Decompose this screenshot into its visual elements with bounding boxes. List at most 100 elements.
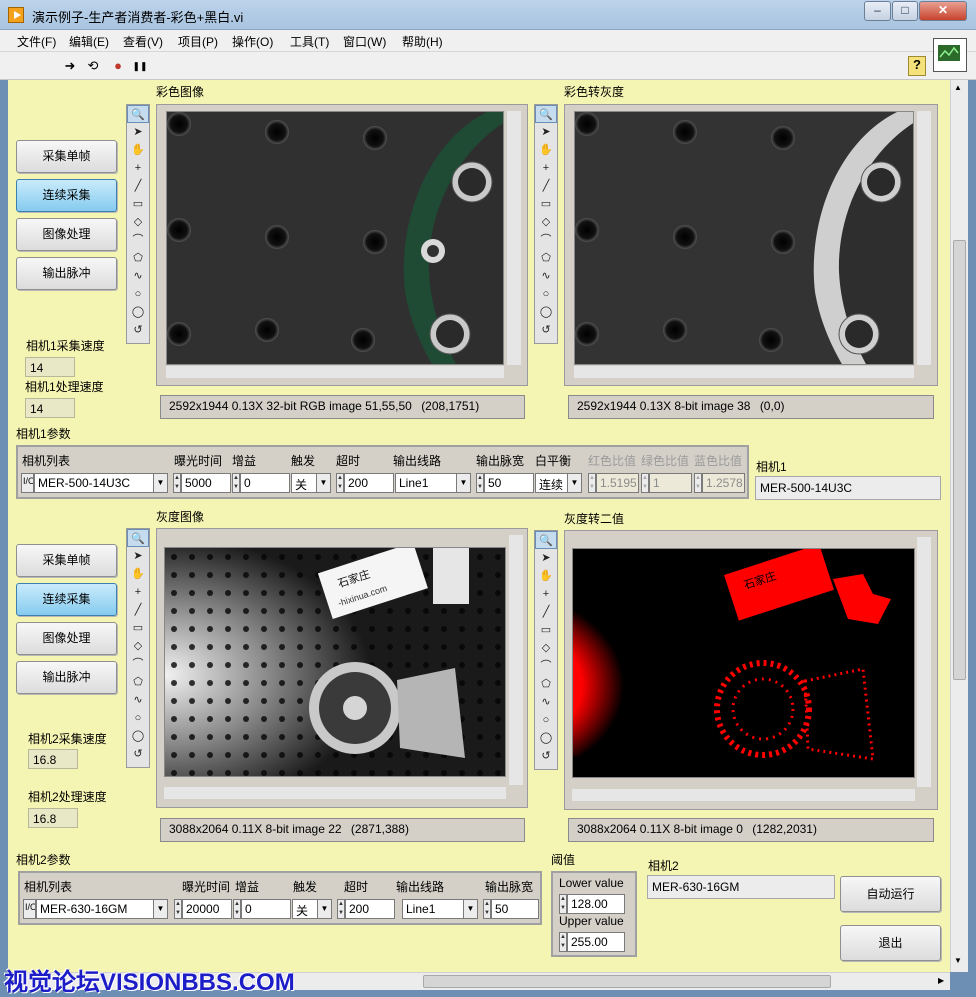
minimize-button[interactable]: –	[864, 1, 891, 21]
gray-image-canvas[interactable]	[574, 111, 914, 365]
panel-vscroll-thumb[interactable]	[953, 240, 966, 680]
chevron-down-icon[interactable]: ▼	[456, 473, 471, 493]
chevron-down-icon[interactable]: ▼	[463, 899, 478, 919]
cam1-pulse-field[interactable]: 50	[484, 473, 534, 493]
cam2-camera-select[interactable]: MER-630-16GM	[36, 899, 154, 919]
pan-tool-icon[interactable]: ✋	[127, 565, 149, 583]
binary-image-display[interactable]: 石家庄	[564, 530, 938, 810]
point-tool-icon[interactable]: +	[535, 585, 557, 603]
cam1-camera-select[interactable]: MER-500-14U3C	[34, 473, 154, 493]
closed-freehand-tool-icon[interactable]: ○	[535, 711, 557, 729]
abort-icon[interactable]: ●	[110, 58, 126, 74]
cam2-pulse-field[interactable]: 50	[491, 899, 539, 919]
pointer-tool-icon[interactable]: ➤	[535, 123, 557, 141]
line-tool-icon[interactable]: ╱	[535, 603, 557, 621]
cam2-gain-field[interactable]: 0	[241, 899, 291, 919]
lower-value-field[interactable]: 128.00	[567, 894, 625, 914]
pointer-tool-icon[interactable]: ➤	[535, 549, 557, 567]
exposure-spinner[interactable]: ▲ ▼	[174, 899, 182, 919]
polygon-tool-icon[interactable]: ⬠	[127, 249, 149, 267]
menu-operate[interactable]: 操作(O)	[232, 33, 273, 50]
color-image-canvas[interactable]	[166, 111, 504, 365]
menu-edit[interactable]: 编辑(E)	[69, 33, 109, 50]
polygon-tool-icon[interactable]: ⬠	[535, 249, 557, 267]
freehand-tool-icon[interactable]: ∿	[127, 267, 149, 285]
color-image-hscroll[interactable]	[166, 366, 504, 378]
menu-view[interactable]: 查看(V)	[123, 33, 163, 50]
chevron-down-icon[interactable]: ▼	[316, 473, 331, 493]
broken-line-tool-icon[interactable]: ↺	[127, 321, 149, 339]
freehand-tool-icon[interactable]: ∿	[535, 267, 557, 285]
upper-value-spinner[interactable]: ▲ ▼	[559, 932, 567, 952]
rotated-rect-tool-icon[interactable]: ◇	[535, 213, 557, 231]
freehand-tool-icon[interactable]: ∿	[127, 691, 149, 709]
cam1-single-grab-button[interactable]: 采集单帧	[16, 140, 117, 173]
cam1-trigger-select[interactable]: 关	[291, 473, 317, 493]
close-button[interactable]: ✕	[919, 1, 967, 21]
rectangle-tool-icon[interactable]: ▭	[535, 621, 557, 639]
point-tool-icon[interactable]: +	[127, 583, 149, 601]
rectangle-tool-icon[interactable]: ▭	[535, 195, 557, 213]
color-image-display[interactable]	[156, 104, 528, 386]
rotated-rect-tool-icon[interactable]: ◇	[127, 213, 149, 231]
oval-tool-icon[interactable]: ◯	[127, 303, 149, 321]
pulse-spinner[interactable]: ▲ ▼	[476, 473, 484, 493]
exit-button[interactable]: 退出	[840, 925, 941, 961]
cam2-image-process-button[interactable]: 图像处理	[16, 622, 117, 655]
polygon-tool-icon[interactable]: ⬠	[127, 673, 149, 691]
binary-image-hscroll[interactable]	[572, 789, 915, 801]
oval-tool-icon[interactable]: ◯	[535, 729, 557, 747]
rotated-rect-tool-icon[interactable]: ◇	[127, 637, 149, 655]
chevron-down-icon[interactable]: ▼	[153, 899, 168, 919]
rectangle-tool-icon[interactable]: ▭	[127, 619, 149, 637]
annulus-tool-icon[interactable]: ⌒	[127, 655, 149, 673]
menu-project[interactable]: 项目(P)	[178, 33, 218, 50]
cam2-exposure-field[interactable]: 20000	[182, 899, 232, 919]
cam1-exposure-field[interactable]: 5000	[181, 473, 231, 493]
oval-tool-icon[interactable]: ◯	[535, 303, 557, 321]
cam1-line-select[interactable]: Line1	[395, 473, 457, 493]
image-tools-palette[interactable]: 🔍 ➤ ✋ + ╱ ▭ ◇ ⌒ ⬠ ∿ ○ ◯ ↺	[126, 104, 150, 344]
closed-freehand-tool-icon[interactable]: ○	[127, 709, 149, 727]
point-tool-icon[interactable]: +	[127, 159, 149, 177]
binary-image-canvas[interactable]: 石家庄	[572, 548, 915, 778]
gray-image-vscroll[interactable]	[917, 111, 931, 365]
menu-help[interactable]: 帮助(H)	[402, 33, 443, 50]
pause-icon[interactable]: ❚❚	[132, 58, 148, 74]
cam2-output-pulse-button[interactable]: 输出脉冲	[16, 661, 117, 694]
cam1-wb-select[interactable]: 连续	[535, 473, 568, 493]
annulus-tool-icon[interactable]: ⌒	[535, 231, 557, 249]
gray-image-hscroll[interactable]	[574, 366, 914, 378]
pulse-spinner[interactable]: ▲ ▼	[483, 899, 491, 919]
panel-hscroll-thumb[interactable]	[423, 975, 831, 988]
context-help-icon[interactable]: ?	[908, 56, 926, 76]
maximize-button[interactable]: □	[892, 1, 918, 21]
zoom-tool-icon[interactable]: 🔍	[535, 531, 557, 549]
image-tools-palette-3[interactable]: 🔍 ➤ ✋ + ╱ ▭ ◇ ⌒ ⬠ ∿ ○ ◯ ↺	[126, 528, 150, 768]
freehand-tool-icon[interactable]: ∿	[535, 693, 557, 711]
cam2-single-grab-button[interactable]: 采集单帧	[16, 544, 117, 577]
chevron-down-icon[interactable]: ▼	[317, 899, 332, 919]
zoom-tool-icon[interactable]: 🔍	[127, 105, 149, 123]
cam2-gray-hscroll[interactable]	[164, 787, 506, 799]
exposure-spinner[interactable]: ▲ ▼	[173, 473, 181, 493]
chevron-down-icon[interactable]: ▼	[567, 473, 582, 493]
gain-spinner[interactable]: ▲ ▼	[232, 473, 240, 493]
run-continuously-icon[interactable]: ⟲	[85, 58, 101, 74]
line-tool-icon[interactable]: ╱	[535, 177, 557, 195]
image-tools-palette-4[interactable]: 🔍 ➤ ✋ + ╱ ▭ ◇ ⌒ ⬠ ∿ ○ ◯ ↺	[534, 530, 558, 770]
cam2-timeout-field[interactable]: 200	[345, 899, 395, 919]
cam1-output-pulse-button[interactable]: 输出脉冲	[16, 257, 117, 290]
pan-tool-icon[interactable]: ✋	[127, 141, 149, 159]
timeout-spinner[interactable]: ▲ ▼	[337, 899, 345, 919]
scroll-down-icon[interactable]: ▼	[954, 956, 962, 965]
chevron-down-icon[interactable]: ▼	[153, 473, 168, 493]
cam2-gray-canvas[interactable]: 石家庄 -hixinua.com	[164, 547, 506, 777]
line-tool-icon[interactable]: ╱	[127, 601, 149, 619]
annulus-tool-icon[interactable]: ⌒	[535, 657, 557, 675]
cam1-continuous-grab-button[interactable]: 连续采集	[16, 179, 117, 212]
point-tool-icon[interactable]: +	[535, 159, 557, 177]
polygon-tool-icon[interactable]: ⬠	[535, 675, 557, 693]
rotated-rect-tool-icon[interactable]: ◇	[535, 639, 557, 657]
broken-line-tool-icon[interactable]: ↺	[535, 747, 557, 765]
